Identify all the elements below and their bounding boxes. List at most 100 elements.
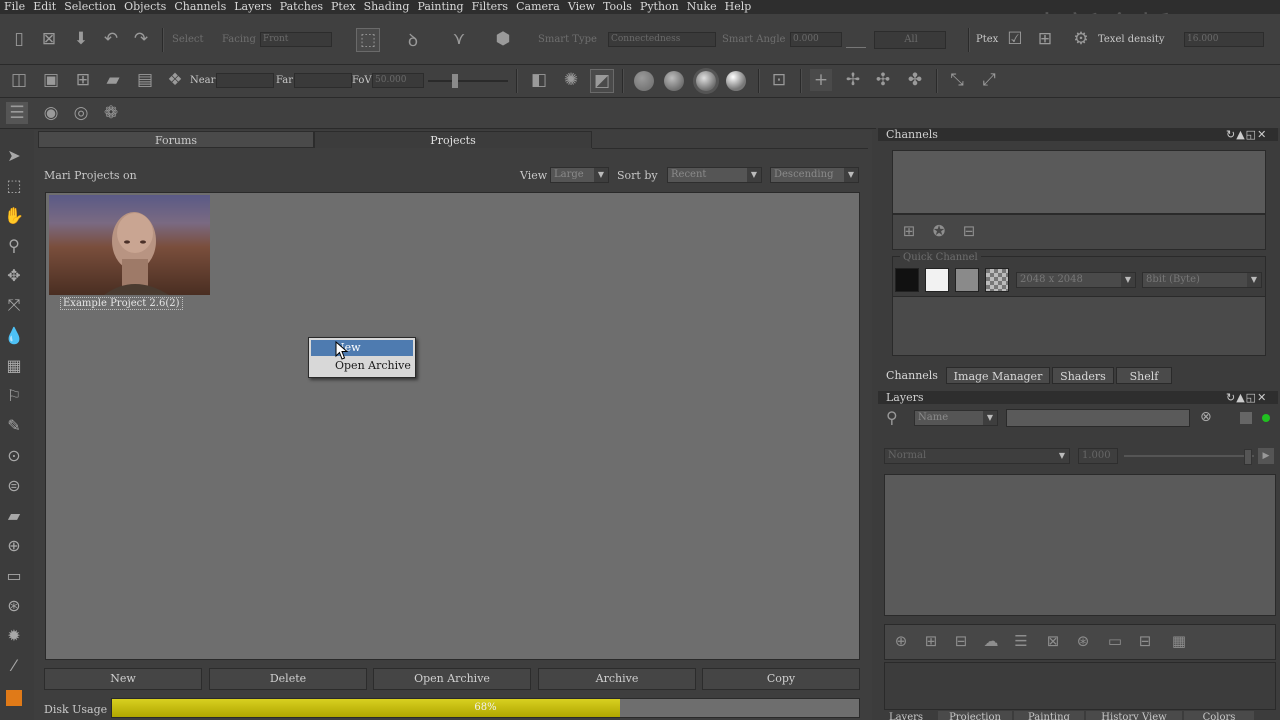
add-mask-icon[interactable]: ⊠: [1041, 631, 1065, 651]
view-texture-icon[interactable]: ▤: [134, 69, 156, 91]
fov-slider-handle[interactable]: [452, 74, 458, 88]
view-mesh-icon[interactable]: ❖: [164, 69, 186, 91]
tab-history-view[interactable]: History View: [1086, 711, 1182, 720]
palette-toggle-icon[interactable]: ☰: [6, 102, 28, 124]
smooth-shade-ball-icon[interactable]: [664, 71, 684, 91]
opacity-field[interactable]: 1.000: [1078, 448, 1118, 464]
context-menu-open-archive[interactable]: Open Archive: [311, 358, 413, 374]
project-thumbnail[interactable]: [49, 195, 210, 295]
grid-tool-icon[interactable]: ▦: [3, 354, 25, 376]
menu-painting[interactable]: Painting: [413, 0, 467, 14]
select-tool-icon[interactable]: ➤: [3, 144, 25, 166]
add-procedural-layer-icon[interactable]: ⊞: [919, 631, 943, 651]
panel-window-controls-icon[interactable]: ↻▲◱✕: [1226, 391, 1267, 404]
menu-patches[interactable]: Patches: [276, 0, 327, 14]
sort-dropdown[interactable]: Recent ▼: [667, 167, 762, 183]
visibility-icon[interactable]: ◉: [40, 102, 62, 124]
menu-tools[interactable]: Tools: [599, 0, 636, 14]
rotate-tool-icon[interactable]: ⊛: [3, 594, 25, 616]
project-name[interactable]: Example Project 2.6(2): [60, 297, 183, 310]
redo-icon[interactable]: ↷: [130, 28, 152, 50]
scale-icon[interactable]: ✤: [904, 69, 926, 91]
rotate-icon[interactable]: ⤢: [978, 69, 1000, 91]
add-adjustment-icon[interactable]: ☁: [979, 631, 1003, 651]
facing-dropdown[interactable]: Front: [260, 32, 332, 47]
menu-help[interactable]: Help: [721, 0, 756, 14]
view-uv-icon[interactable]: ▣: [40, 69, 62, 91]
white-swatch[interactable]: [925, 268, 949, 292]
menu-camera[interactable]: Camera: [512, 0, 564, 14]
delete-project-button[interactable]: Delete: [209, 668, 367, 690]
add-channel-icon[interactable]: ⊞: [897, 221, 921, 241]
move-horizontal-icon[interactable]: ✢: [842, 69, 864, 91]
eyedropper-tool-icon[interactable]: ⁄: [3, 654, 25, 676]
new-project-button[interactable]: New: [44, 668, 202, 690]
flat-shade-ball-icon[interactable]: [634, 71, 654, 91]
transparent-swatch[interactable]: [985, 268, 1009, 292]
layer-grid-icon[interactable]: ▦: [1167, 631, 1191, 651]
add-mask-stack-icon[interactable]: ⊛: [1071, 631, 1095, 651]
ptex-settings-icon[interactable]: ⚙: [1070, 28, 1092, 50]
move-vertical-icon[interactable]: ✣: [872, 69, 894, 91]
menu-objects[interactable]: Objects: [120, 0, 170, 14]
specular-shade-ball-icon[interactable]: [726, 71, 746, 91]
opacity-slider[interactable]: [1124, 449, 1254, 465]
eraser-tool-icon[interactable]: ▰: [3, 504, 25, 526]
brush-tool-icon[interactable]: ⚐: [3, 384, 25, 406]
layers-list[interactable]: [884, 474, 1276, 616]
tab-painting[interactable]: Painting: [1014, 711, 1084, 720]
layer-search-input[interactable]: [1006, 409, 1190, 427]
frame-icon[interactable]: ⊡: [768, 69, 790, 91]
clone-tool-icon[interactable]: ⊙: [3, 444, 25, 466]
shading-wire-icon[interactable]: ✺: [560, 69, 582, 91]
play-icon[interactable]: ▶: [1258, 448, 1274, 464]
tab-channels[interactable]: Channels: [880, 367, 944, 385]
black-swatch[interactable]: [895, 268, 919, 292]
smear-tool-icon[interactable]: ⊕: [3, 534, 25, 556]
menu-python[interactable]: Python: [636, 0, 683, 14]
visibility-all-icon[interactable]: ◎: [70, 102, 92, 124]
save-icon[interactable]: ⬇: [70, 28, 92, 50]
archive-button[interactable]: Archive: [538, 668, 696, 690]
menu-shading[interactable]: Shading: [360, 0, 414, 14]
tab-shelf[interactable]: Shelf: [1116, 367, 1172, 384]
smart-angle-slider[interactable]: [846, 32, 866, 48]
panel-window-controls-icon[interactable]: ↻▲◱✕: [1226, 128, 1267, 141]
ptex-grid-icon[interactable]: ⊞: [1034, 28, 1056, 50]
opacity-slider-handle[interactable]: [1244, 449, 1252, 465]
menu-edit[interactable]: Edit: [29, 0, 60, 14]
menu-file[interactable]: File: [0, 0, 29, 14]
layer-stack-icon[interactable]: ☰: [1009, 631, 1033, 651]
add-group-icon[interactable]: ⊟: [949, 631, 973, 651]
texel-density-field[interactable]: 16.000: [1184, 32, 1264, 47]
menu-filters[interactable]: Filters: [468, 0, 513, 14]
menu-view[interactable]: View: [564, 0, 599, 14]
tab-projection[interactable]: Projection: [938, 711, 1012, 720]
channels-list[interactable]: [892, 150, 1266, 214]
layer-filter-dropdown[interactable]: Name ▼: [914, 410, 998, 426]
near-field[interactable]: [216, 73, 274, 88]
settings-tool-icon[interactable]: ✹: [3, 624, 25, 646]
project-grid[interactable]: Example Project 2.6(2): [45, 192, 860, 660]
paint-tool-icon[interactable]: 💧: [3, 324, 25, 346]
lit-shade-ball-icon[interactable]: [696, 71, 716, 91]
shading-active-icon[interactable]: ◩: [590, 69, 614, 93]
tab-projects[interactable]: Projects: [314, 131, 592, 148]
tab-forums[interactable]: Forums: [38, 131, 314, 148]
move-tool-icon[interactable]: ✥: [3, 264, 25, 286]
menu-ptex[interactable]: Ptex: [327, 0, 360, 14]
merge-layers-icon[interactable]: ▭: [1103, 631, 1127, 651]
channel-depth-dropdown[interactable]: 8bit (Byte) ▼: [1142, 272, 1262, 288]
menu-selection[interactable]: Selection: [60, 0, 120, 14]
shading-flat-icon[interactable]: ◧: [528, 69, 550, 91]
smart-angle-field[interactable]: 0.000: [790, 32, 842, 47]
blend-tool-icon[interactable]: ⊜: [3, 474, 25, 496]
select-all-button[interactable]: All: [874, 31, 946, 49]
copy-project-button[interactable]: Copy: [702, 668, 860, 690]
view-grid-icon[interactable]: ⊞: [72, 69, 94, 91]
transform-tool-icon[interactable]: ⤧: [3, 294, 25, 316]
view-size-dropdown[interactable]: Large ▼: [550, 167, 609, 183]
smart-type-dropdown[interactable]: Connectedness: [608, 32, 716, 47]
zoom-tool-icon[interactable]: ⚲: [3, 234, 25, 256]
context-menu-new[interactable]: New: [311, 340, 413, 356]
